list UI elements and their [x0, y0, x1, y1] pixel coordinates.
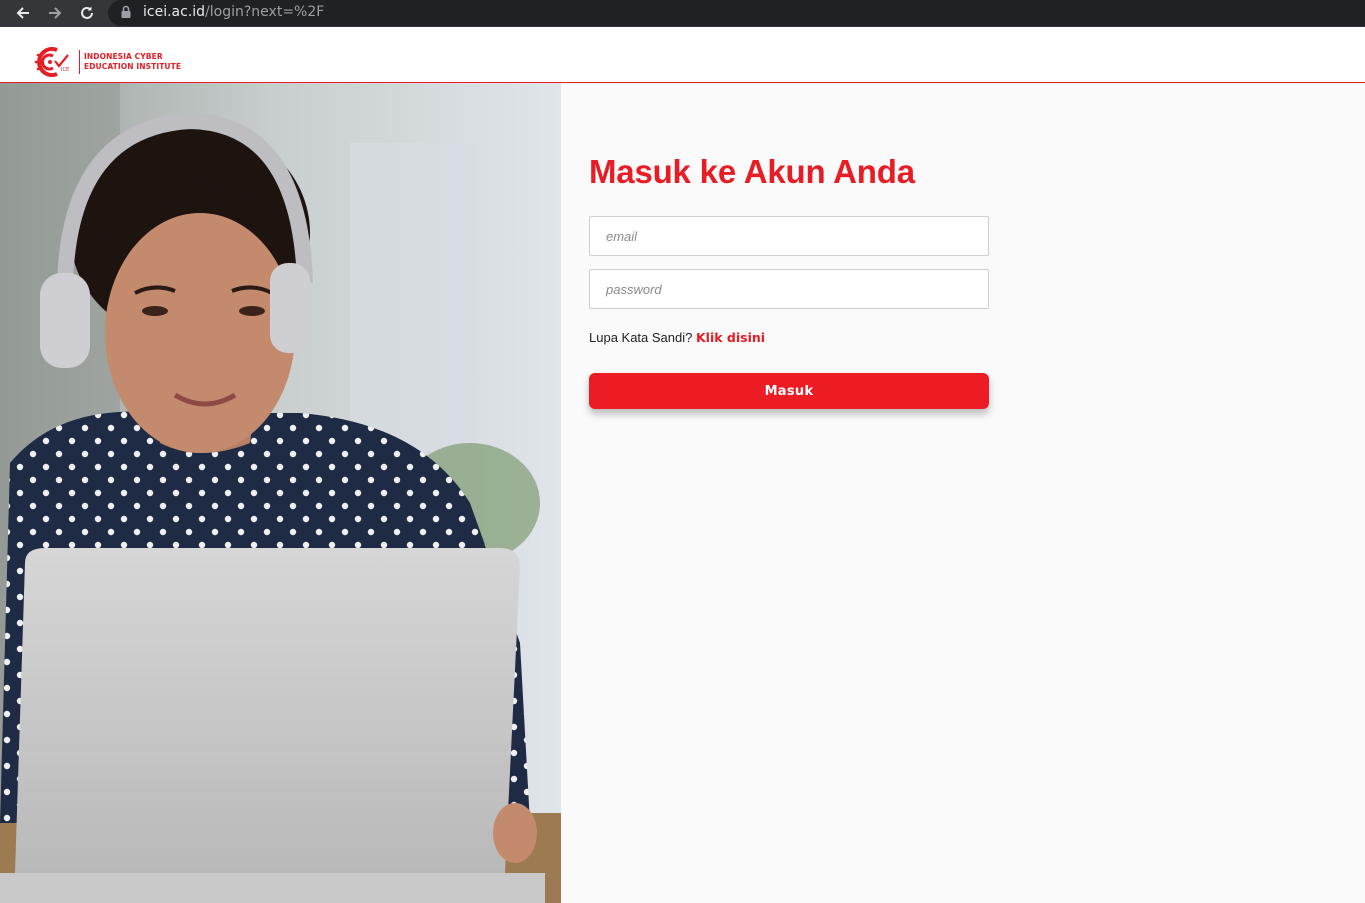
logo-line-2: EDUCATION INSTITUTE — [84, 62, 182, 71]
url-host: icei.ac.id — [143, 4, 206, 20]
lock-icon — [121, 5, 131, 24]
back-arrow-icon[interactable] — [12, 2, 34, 24]
forgot-password: Lupa Kata Sandi? Klik disini — [589, 330, 765, 345]
login-title: Masuk ke Akun Anda — [589, 153, 915, 190]
password-input[interactable] — [589, 269, 989, 309]
browser-toolbar: icei.ac.id/login?next=%2F — [0, 0, 1365, 27]
logo-mark-icon: ICE — [33, 45, 77, 79]
logo-divider — [79, 50, 80, 74]
forgot-password-label: Lupa Kata Sandi? — [589, 330, 693, 345]
forgot-password-link[interactable]: Klik disini — [696, 330, 765, 345]
hero-image — [0, 83, 561, 903]
login-panel: Masuk ke Akun Anda Lupa Kata Sandi? Klik… — [561, 83, 1365, 903]
login-button[interactable]: Masuk — [589, 373, 989, 409]
email-input[interactable] — [589, 216, 989, 256]
site-logo[interactable]: ICE INDONESIA CYBER EDUCATION INSTITUTE — [33, 45, 181, 79]
logo-mark-text: ICE — [61, 67, 70, 73]
forward-arrow-icon[interactable] — [44, 2, 66, 24]
url-path: /login?next=%2F — [205, 4, 325, 20]
url-text[interactable]: icei.ac.id/login?next=%2F — [143, 4, 324, 20]
logo-text: INDONESIA CYBER EDUCATION INSTITUTE — [84, 52, 181, 72]
reload-icon[interactable] — [76, 2, 98, 24]
logo-line-1: INDONESIA CYBER — [84, 52, 163, 61]
site-header: ICE INDONESIA CYBER EDUCATION INSTITUTE — [0, 27, 1365, 83]
